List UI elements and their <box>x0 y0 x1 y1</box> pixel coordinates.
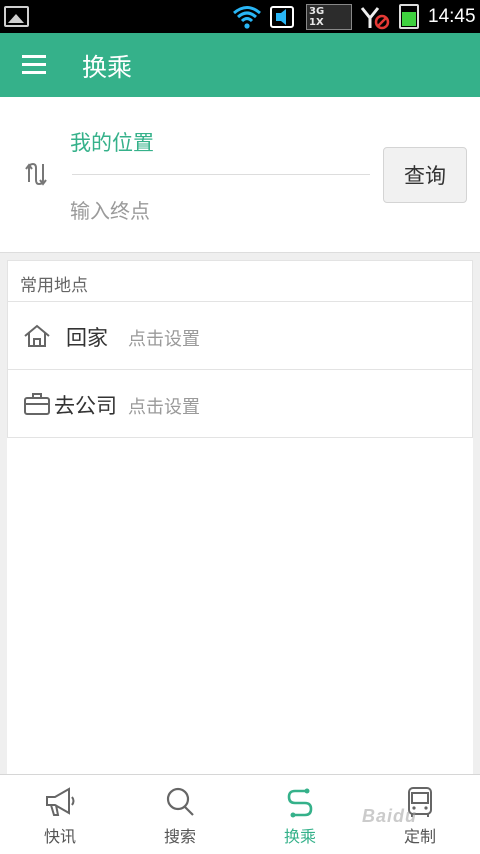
battery-icon <box>399 4 419 29</box>
tab-transfer[interactable]: 换乘 <box>240 775 360 854</box>
transfer-icon <box>287 788 313 818</box>
swap-icon[interactable] <box>22 160 50 188</box>
place-work-row[interactable]: 去公司 点击设置 <box>8 370 472 438</box>
no-signal-icon <box>360 7 390 30</box>
route-divider <box>72 174 370 175</box>
common-places-card: 常用地点 回家 点击设置 去公司 点击设置 <box>7 260 473 438</box>
place-home-hint: 点击设置 <box>128 329 200 350</box>
gallery-icon <box>4 6 29 27</box>
home-icon <box>24 324 50 347</box>
network-label-3g: 3G <box>309 6 325 17</box>
sim-icon <box>270 6 294 28</box>
wifi-icon <box>233 6 261 29</box>
search-icon <box>166 787 194 816</box>
common-places-header: 常用地点 <box>8 261 472 302</box>
destination-input[interactable] <box>70 194 368 228</box>
place-work-name: 去公司 <box>54 394 117 418</box>
clock: 14:45 <box>428 6 476 27</box>
route-panel: 我的位置 查询 <box>0 97 480 253</box>
tab-search[interactable]: 搜索 <box>120 775 240 854</box>
start-location[interactable]: 我的位置 <box>70 127 154 157</box>
tab-transfer-label: 换乘 <box>283 827 316 846</box>
app-bar: 换乘 <box>0 33 480 97</box>
content-area <box>7 438 473 774</box>
place-home-row[interactable]: 回家 点击设置 <box>8 302 472 370</box>
tab-news[interactable]: 快讯 <box>0 775 120 854</box>
place-work-hint: 点击设置 <box>128 397 200 418</box>
query-button[interactable]: 查询 <box>383 147 467 203</box>
status-bar: 3G 1X 14:45 <box>0 0 480 33</box>
briefcase-icon <box>24 393 50 415</box>
place-home-name: 回家 <box>66 326 108 350</box>
baidu-watermark: Baidu <box>362 806 418 826</box>
network-type-indicator: 3G 1X <box>306 4 352 30</box>
megaphone-icon <box>46 787 75 816</box>
network-label-1x: 1X <box>309 17 324 28</box>
tab-search-label: 搜索 <box>163 827 196 846</box>
tab-news-label: 快讯 <box>43 827 76 846</box>
menu-icon[interactable] <box>18 51 52 79</box>
page-title: 换乘 <box>82 53 133 82</box>
